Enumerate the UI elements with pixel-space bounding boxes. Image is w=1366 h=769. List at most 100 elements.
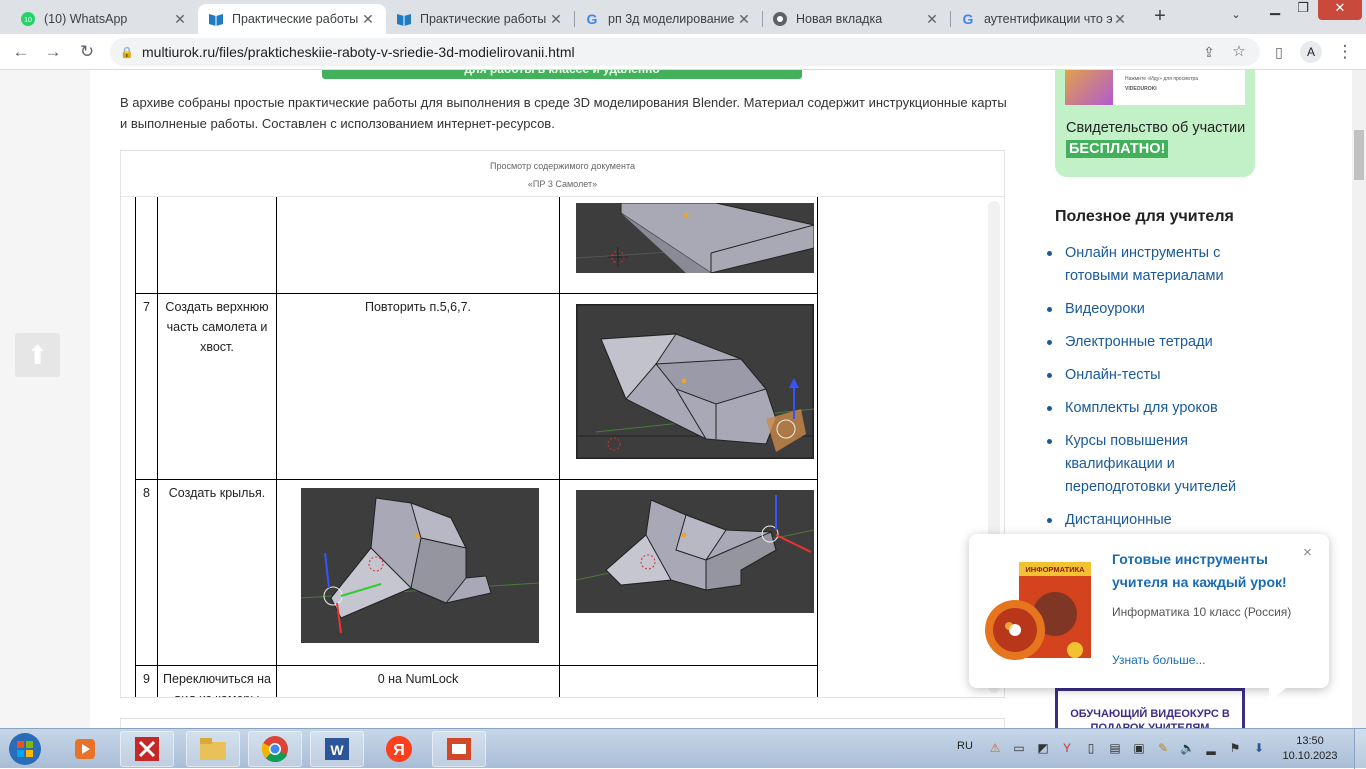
informatika-book-image: ИНФОРМАТИКА	[985, 562, 1091, 660]
video-course-banner[interactable]: ОБУЧАЮЩИЙ ВИДЕОКУРС В ПОДАРОК УЧИТЕЛЯМ	[1055, 688, 1245, 728]
page-scrollbar[interactable]	[1352, 70, 1366, 728]
blender-screenshot-step6	[576, 203, 814, 273]
tray-network-icon[interactable]: ◩	[1036, 741, 1050, 755]
menu-icon[interactable]: ⋮	[1334, 42, 1356, 62]
certificate-promo[interactable]: Нажмите «Иду» для просмотра VIDEOUROKI С…	[1055, 70, 1255, 177]
tab-google-search[interactable]: G рп 3д моделирование ✕	[574, 4, 762, 34]
close-tab-icon[interactable]: ✕	[360, 11, 376, 28]
clock-date: 10.10.2023	[1282, 750, 1338, 762]
file-explorer-icon[interactable]	[186, 731, 240, 767]
useful-link-courses[interactable]: Курсы повышения квалификации и переподго…	[1047, 430, 1270, 499]
share-icon[interactable]: ⇪	[1198, 42, 1220, 62]
close-tab-icon[interactable]: ✕	[736, 11, 752, 28]
powerpoint-icon[interactable]	[432, 731, 486, 767]
language-indicator[interactable]: RU	[957, 740, 973, 752]
windows-logo-icon	[9, 733, 41, 765]
tray-device-icon[interactable]: ▤	[1108, 741, 1122, 755]
popup-title[interactable]: Готовые инструменты учителя на каждый ур…	[1112, 548, 1297, 594]
step-number: 8	[135, 479, 158, 666]
url-text[interactable]: multiurok.ru/files/prakticheskiie-raboty…	[142, 44, 575, 60]
viewer-doc-name: «ПР 3 Самолет»	[527, 179, 598, 189]
tray-yandex-icon[interactable]: Y	[1060, 741, 1074, 755]
tray-tool-icon[interactable]: ✎	[1156, 741, 1170, 755]
lock-icon[interactable]: 🔒	[120, 46, 134, 59]
close-window-button[interactable]: ✕	[1318, 0, 1362, 20]
minimize-button[interactable]: ▁	[1262, 0, 1288, 20]
svg-text:G: G	[587, 11, 598, 27]
forward-icon[interactable]: →	[42, 42, 64, 62]
new-tab-button[interactable]: +	[1150, 6, 1170, 27]
close-tab-icon[interactable]: ✕	[924, 11, 940, 28]
useful-link-distance[interactable]: Дистанционные	[1047, 509, 1270, 532]
viewer-header: Просмотр содержимого документа «ПР 3 Сам…	[121, 151, 1004, 197]
tray-battery-icon[interactable]: ▯	[1084, 741, 1098, 755]
notification-icon[interactable]: ⬇	[1252, 741, 1266, 755]
flag-icon[interactable]: ⚑	[1228, 741, 1242, 755]
scroll-to-top-button[interactable]: ⬆	[15, 333, 60, 377]
close-tab-icon[interactable]: ✕	[548, 11, 564, 28]
useful-link-e-notebooks[interactable]: Электронные тетради	[1047, 331, 1270, 354]
tab-whatsapp[interactable]: 10 (10) WhatsApp ✕	[10, 4, 198, 34]
promo-brand: VIDEOUROKI	[1125, 86, 1157, 92]
word-icon[interactable]: W	[310, 731, 364, 767]
arrow-up-icon: ⬆	[26, 339, 49, 370]
media-player-icon[interactable]	[58, 731, 112, 767]
table-row: 9 Переключиться на вид из камеры 0 на Nu…	[135, 665, 818, 697]
useful-link-lesson-kits[interactable]: Комплекты для уроков	[1047, 397, 1270, 420]
step-task	[157, 197, 277, 294]
blender-screenshot-step8-b	[576, 490, 814, 613]
tab-search-icon[interactable]: ⌄	[1228, 8, 1244, 28]
clock[interactable]: 13:50 10.10.2023	[1280, 734, 1340, 764]
clock-time: 13:50	[1296, 735, 1324, 747]
tab-new-tab[interactable]: Новая вкладка ✕	[762, 4, 950, 34]
bookmark-star-icon[interactable]: ☆	[1228, 42, 1250, 62]
step-task: Создать верхнюю часть самолета и хвост.	[157, 293, 277, 480]
description-text: В архиве собраны простые практические ра…	[120, 95, 1007, 131]
start-button[interactable]	[2, 730, 48, 768]
tab-prakticheskie-2[interactable]: Практические работы ✕	[386, 4, 574, 34]
chrome-taskbar-icon[interactable]	[248, 731, 302, 767]
tray-display-icon[interactable]: ▭	[1012, 741, 1026, 755]
close-tab-icon[interactable]: ✕	[172, 11, 188, 28]
back-icon[interactable]: ←	[10, 42, 32, 62]
svg-text:Я: Я	[393, 742, 405, 759]
step-task: Переключиться на вид из камеры	[157, 665, 277, 697]
signal-icon[interactable]: ▂	[1204, 741, 1218, 755]
tray-monitor-icon[interactable]: ▣	[1132, 741, 1146, 755]
side-panel-icon[interactable]: ▯	[1268, 42, 1290, 62]
omnibox[interactable]: 🔒 multiurok.ru/files/prakticheskiie-rabo…	[110, 38, 1260, 66]
close-popup-icon[interactable]: ×	[1303, 544, 1312, 561]
address-bar: ← → ↻ 🔒 multiurok.ru/files/prakticheskii…	[0, 34, 1366, 70]
scrollbar-thumb[interactable]	[1354, 130, 1364, 180]
useful-link-online-tests[interactable]: Онлайн-тесты	[1047, 364, 1270, 387]
profile-avatar[interactable]: A	[1300, 41, 1322, 63]
left-gutter: ⬆	[0, 70, 90, 728]
multiurok-icon	[208, 11, 224, 27]
close-tab-icon[interactable]: ✕	[1112, 11, 1128, 28]
tab-divider	[574, 11, 575, 27]
app-icon-red[interactable]	[120, 731, 174, 767]
popup-link[interactable]: Узнать больше...	[1112, 653, 1205, 667]
restore-button[interactable]: ❐	[1290, 0, 1316, 20]
svg-text:G: G	[963, 11, 974, 27]
step-number	[135, 197, 158, 294]
promo-small-text: Нажмите «Иду» для просмотра	[1125, 76, 1199, 82]
ad-banner[interactable]: для работы в классе и удаленно	[322, 70, 802, 79]
useful-link-online-tools[interactable]: Онлайн инструменты с готовыми материалам…	[1047, 242, 1270, 288]
tray-app-icon[interactable]: ⚠	[988, 741, 1002, 755]
promo-popup[interactable]: × ИНФОРМАТИКА Готовые инструменты учител…	[969, 534, 1329, 702]
yandex-icon[interactable]: Я	[372, 731, 426, 767]
svg-text:W: W	[330, 742, 344, 758]
google-icon: G	[584, 11, 600, 27]
tab-prakticheskie-1[interactable]: Практические работы ✕	[198, 4, 386, 34]
promo-badge: БЕСПЛАТНО!	[1066, 140, 1169, 158]
reload-icon[interactable]: ↻	[76, 42, 98, 62]
tab-google-auth[interactable]: G аутентификации что это ✕	[950, 4, 1138, 34]
table-row: 7 Создать верхнюю часть самолета и хвост…	[135, 293, 818, 480]
blender-screenshot-step7	[576, 304, 814, 459]
useful-link-videolessons[interactable]: Видеоуроки	[1047, 298, 1270, 321]
volume-icon[interactable]: 🔈	[1180, 741, 1195, 755]
step-task: Создать крылья.	[157, 479, 277, 666]
google-icon: G	[960, 11, 976, 27]
show-desktop-button[interactable]	[1354, 729, 1366, 769]
